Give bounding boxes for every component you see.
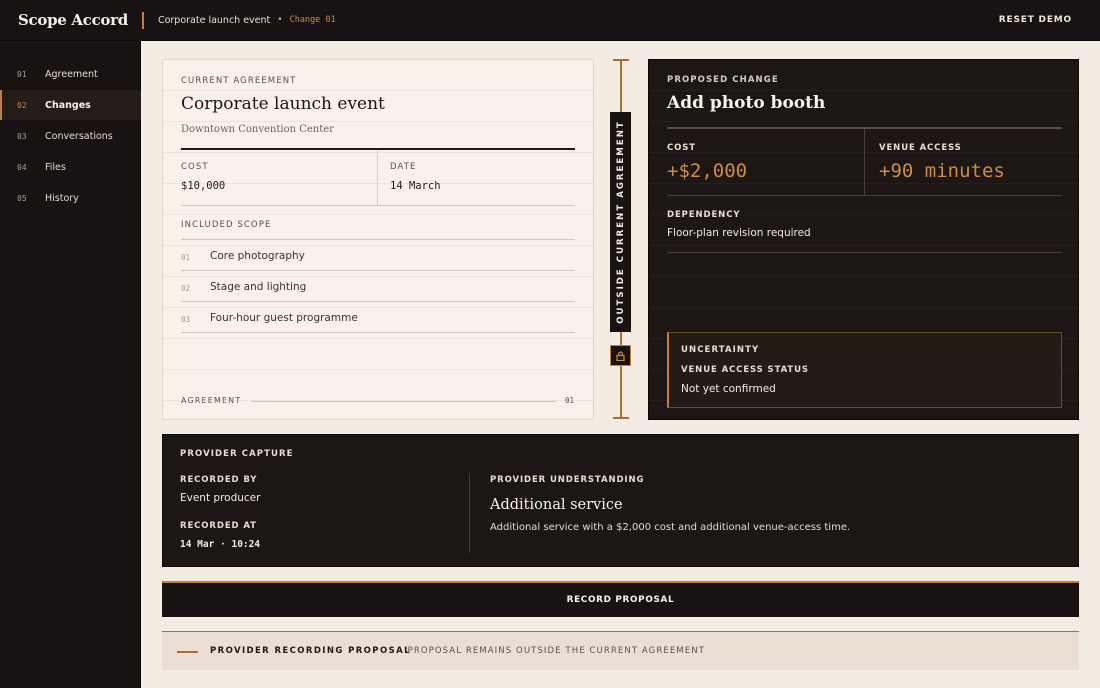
scope-item: 01 Core photography [181, 240, 575, 271]
provider-understanding-description: Additional service with a $2,000 cost an… [490, 522, 851, 533]
proposed-row-divider [667, 252, 1062, 253]
agreement-row-divider [181, 205, 575, 206]
sidebar-item-number: 04 [17, 162, 27, 172]
sidebar-item-number: 05 [17, 193, 27, 203]
proposed-cost-label: COST [667, 143, 696, 153]
proposed-row-divider [667, 195, 1062, 196]
sidebar-item-label: History [45, 192, 79, 204]
scope-item-text: Core photography [210, 250, 305, 262]
recorded-at-value: 14 Mar · 10:24 [180, 539, 261, 550]
proposed-section-label: PROPOSED CHANGE [667, 75, 779, 85]
proposed-column-divider [864, 129, 865, 196]
app-brand[interactable]: Scope Accord [18, 11, 128, 29]
boundary-rail-cap [613, 417, 629, 419]
scope-item: 02 Stage and lighting [181, 271, 575, 302]
sidebar-item-label: Agreement [45, 68, 98, 80]
reset-demo-button[interactable]: RESET DEMO [999, 15, 1072, 25]
provider-capture-panel: PROVIDER CAPTURE RECORDED BY Event produ… [162, 434, 1079, 567]
agreement-divider [181, 148, 575, 150]
breadcrumb-change: Change 01 [289, 15, 336, 25]
status-dash [177, 651, 198, 653]
venue-access-label: VENUE ACCESS [879, 143, 962, 153]
status-bar: PROVIDER RECORDING PROPOSAL · PROPOSAL R… [162, 631, 1079, 670]
breadcrumb-separator: • [277, 15, 283, 25]
top-bar: Scope Accord Corporate launch event • Ch… [0, 0, 1100, 41]
venue-access-status-label: VENUE ACCESS STATUS [681, 365, 809, 375]
uncertainty-title: UNCERTAINTY [681, 345, 760, 355]
agreement-column-divider [377, 151, 378, 205]
venue-access-value: +90 minutes [879, 160, 1005, 182]
outside-agreement-text: OUTSIDE CURRENT AGREEMENT [615, 120, 626, 324]
proposed-title: Add photo booth [667, 93, 826, 113]
dependency-label: DEPENDENCY [667, 210, 741, 220]
agreement-cost-label: COST [181, 162, 209, 172]
venue-access-status-value: Not yet confirmed [681, 383, 776, 395]
provider-understanding-label: PROVIDER UNDERSTANDING [490, 475, 645, 485]
sidebar-item-label: Changes [45, 99, 91, 111]
sidebar-item-label: Files [45, 161, 66, 173]
recorded-by-value: Event producer [180, 492, 261, 504]
scope-item-number: 03 [181, 315, 191, 324]
status-message: · PROPOSAL REMAINS OUTSIDE THE CURRENT A… [400, 646, 705, 656]
sidebar-item-files[interactable]: 04 Files [0, 152, 141, 182]
sidebar-item-number: 03 [17, 131, 27, 141]
agreement-cost-value: $10,000 [181, 180, 226, 192]
sidebar-item-agreement[interactable]: 01 Agreement [0, 59, 141, 89]
breadcrumb-title[interactable]: Corporate launch event [158, 15, 270, 26]
uncertainty-panel: UNCERTAINTY VENUE ACCESS STATUS Not yet … [667, 332, 1062, 408]
recorded-at-label: RECORDED AT [180, 521, 257, 531]
provider-understanding-title: Additional service [490, 497, 623, 513]
brand-separator [141, 11, 144, 29]
scope-item-number: 01 [181, 253, 191, 262]
recorded-by-label: RECORDED BY [180, 475, 258, 485]
record-proposal-button[interactable]: RECORD PROPOSAL [162, 581, 1079, 617]
current-agreement-card: CURRENT AGREEMENT Corporate launch event… [162, 59, 594, 420]
boundary-rail-cap [613, 59, 629, 61]
agreement-footer-number: 01 [565, 396, 575, 405]
capture-column-divider [469, 473, 470, 553]
agreement-title: Corporate launch event [181, 94, 385, 114]
dependency-value: Floor-plan revision required [667, 227, 811, 239]
sidebar-item-changes[interactable]: 02 Changes [0, 90, 141, 120]
sidebar-item-label: Conversations [45, 130, 113, 142]
scope-item-number: 02 [181, 284, 191, 293]
agreement-venue: Downtown Convention Center [181, 124, 334, 135]
provider-capture-label: PROVIDER CAPTURE [180, 449, 294, 459]
sidebar: 01 Agreement 02 Changes 03 Conversations… [0, 41, 141, 688]
proposed-cost-value: +$2,000 [667, 160, 748, 182]
status-title: PROVIDER RECORDING PROPOSAL [210, 646, 411, 656]
sidebar-item-conversations[interactable]: 03 Conversations [0, 121, 141, 151]
agreement-date-label: DATE [390, 162, 417, 172]
scope-item-text: Stage and lighting [210, 281, 307, 293]
scope-item-text: Four-hour guest programme [210, 312, 358, 324]
sidebar-item-number: 02 [17, 100, 27, 110]
lock-icon [610, 345, 631, 366]
agreement-footer-label: AGREEMENT [181, 396, 242, 405]
sidebar-item-history[interactable]: 05 History [0, 183, 141, 213]
proposed-change-card: PROPOSED CHANGE Add photo booth COST +$2… [648, 59, 1079, 420]
scope-divider [181, 332, 575, 333]
agreement-footer-rule [251, 401, 556, 402]
outside-agreement-badge: OUTSIDE CURRENT AGREEMENT [610, 112, 631, 332]
agreement-date-value: 14 March [390, 180, 441, 192]
agreement-section-label: CURRENT AGREEMENT [181, 76, 297, 86]
scope-item: 03 Four-hour guest programme [181, 302, 575, 333]
included-scope-label: INCLUDED SCOPE [181, 220, 272, 230]
sidebar-item-number: 01 [17, 69, 27, 79]
